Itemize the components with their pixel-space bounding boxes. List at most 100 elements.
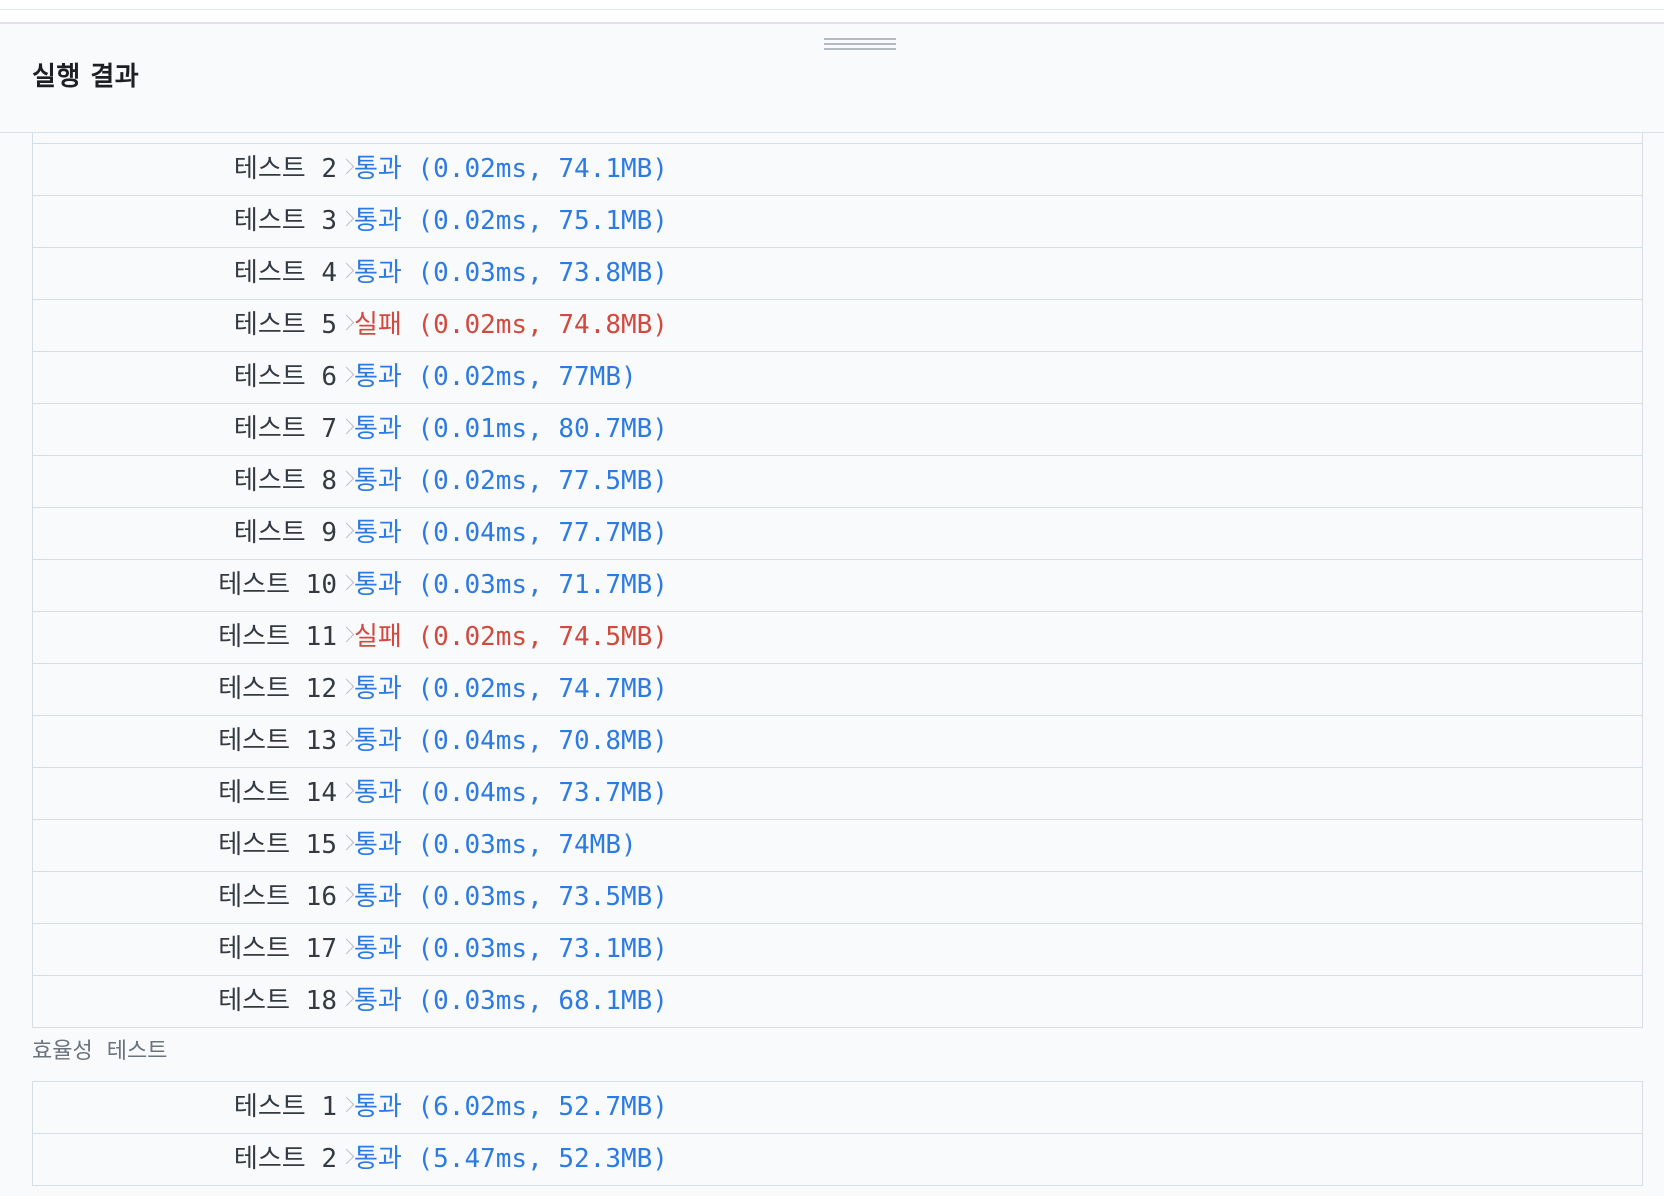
- test-status: 통과: [354, 1144, 402, 1174]
- test-label: 테스트 7: [233, 414, 337, 444]
- test-metrics: (0.02ms, 74.7MB): [417, 674, 668, 704]
- test-label: 테스트 8: [233, 466, 337, 496]
- chevron-right-icon: [338, 730, 355, 747]
- test-result-text: 통과 (0.04ms, 70.8MB): [354, 716, 668, 767]
- chevron-right-icon: [338, 574, 355, 591]
- test-metrics: (0.02ms, 75.1MB): [417, 206, 668, 236]
- chevron-right-icon: [338, 210, 355, 227]
- test-status: 통과: [354, 518, 402, 548]
- test-result-row[interactable]: 테스트 14 통과 (0.04ms, 73.7MB): [33, 767, 1642, 819]
- grip-line-icon: [824, 48, 896, 50]
- test-label: 테스트 18: [218, 986, 337, 1016]
- test-result-row[interactable]: 테스트 5 실패 (0.02ms, 74.8MB): [33, 299, 1642, 351]
- test-result-row[interactable]: 테스트 6 통과 (0.02ms, 77MB): [33, 351, 1642, 403]
- test-metrics: (0.03ms, 73.1MB): [417, 934, 668, 964]
- chevron-right-icon: [338, 990, 355, 1007]
- test-result-text: 통과 (5.47ms, 52.3MB): [354, 1134, 668, 1185]
- test-metrics: (0.02ms, 74.5MB): [417, 622, 668, 652]
- test-metrics: (0.03ms, 73.5MB): [417, 882, 668, 912]
- test-result-row[interactable]: 테스트 1 통과 (6.02ms, 52.7MB): [33, 1082, 1642, 1133]
- test-metrics: (0.04ms, 70.8MB): [417, 726, 668, 756]
- test-result-text: 통과 (0.04ms, 77.7MB): [354, 508, 668, 559]
- test-result-row[interactable]: 테스트 2 통과 (5.47ms, 52.3MB): [33, 1133, 1642, 1185]
- test-status: 실패: [354, 310, 402, 340]
- chevron-right-icon: [338, 262, 355, 279]
- test-status: 통과: [354, 674, 402, 704]
- chevron-right-icon: [338, 366, 355, 383]
- test-status: 통과: [354, 154, 402, 184]
- test-status: 통과: [354, 830, 402, 860]
- test-result-row[interactable]: 테스트 16 통과 (0.03ms, 73.5MB): [33, 871, 1642, 923]
- chevron-right-icon: [338, 1096, 355, 1113]
- test-metrics: (0.03ms, 71.7MB): [417, 570, 668, 600]
- test-status: 통과: [354, 726, 402, 756]
- test-result-text: 통과 (0.02ms, 74.7MB): [354, 664, 668, 715]
- test-result-row[interactable]: 테스트 17 통과 (0.03ms, 73.1MB): [33, 923, 1642, 975]
- test-result-text: 통과 (0.03ms, 73.1MB): [354, 924, 668, 975]
- test-status: 통과: [354, 778, 402, 808]
- grip-line-icon: [824, 38, 896, 40]
- test-result-row[interactable]: 테스트 2 통과 (0.02ms, 74.1MB): [33, 143, 1642, 195]
- chevron-right-icon: [338, 418, 355, 435]
- chevron-right-icon: [338, 886, 355, 903]
- test-label: 테스트 9: [233, 518, 337, 548]
- test-metrics: (0.04ms, 73.7MB): [417, 778, 668, 808]
- test-status: 통과: [354, 414, 402, 444]
- test-result-text: 통과 (0.04ms, 73.7MB): [354, 768, 668, 819]
- test-metrics: (5.47ms, 52.3MB): [417, 1144, 668, 1174]
- test-status: 실패: [354, 622, 402, 652]
- panel-title: 실행 결과: [32, 62, 140, 92]
- test-label: 테스트 10: [218, 570, 337, 600]
- test-result-text: 통과 (0.03ms, 71.7MB): [354, 560, 668, 611]
- chevron-right-icon: [338, 470, 355, 487]
- chevron-right-icon: [338, 782, 355, 799]
- test-result-row[interactable]: 테스트 11 실패 (0.02ms, 74.5MB): [33, 611, 1642, 663]
- top-strip: [0, 0, 1664, 24]
- test-result-text: 통과 (0.02ms, 77.5MB): [354, 456, 668, 507]
- test-result-row[interactable]: 테스트 7 통과 (0.01ms, 80.7MB): [33, 403, 1642, 455]
- panel-resize-handle[interactable]: [824, 32, 896, 52]
- test-status: 통과: [354, 466, 402, 496]
- test-result-row[interactable]: 테스트 15 통과 (0.03ms, 74MB): [33, 819, 1642, 871]
- test-metrics: (0.01ms, 80.7MB): [417, 414, 668, 444]
- chevron-right-icon: [338, 1148, 355, 1165]
- test-result-row[interactable]: 테스트 8 통과 (0.02ms, 77.5MB): [33, 455, 1642, 507]
- test-label: 테스트 17: [218, 934, 337, 964]
- test-result-text: 통과 (0.03ms, 68.1MB): [354, 976, 668, 1027]
- test-status: 통과: [354, 986, 402, 1016]
- test-label: 테스트 14: [218, 778, 337, 808]
- test-result-text: 통과 (0.02ms, 75.1MB): [354, 196, 668, 247]
- test-result-text: 통과 (0.01ms, 80.7MB): [354, 404, 668, 455]
- test-label: 테스트 11: [218, 622, 337, 652]
- chevron-right-icon: [338, 522, 355, 539]
- chevron-right-icon: [338, 834, 355, 851]
- results-scroll-area[interactable]: 테스트 2 통과 (0.02ms, 74.1MB) 테스트 3 통과 (0.02ms,…: [0, 133, 1664, 1196]
- test-result-row[interactable]: 테스트 10 통과 (0.03ms, 71.7MB): [33, 559, 1642, 611]
- correctness-test-list: 테스트 2 통과 (0.02ms, 74.1MB) 테스트 3 통과 (0.02ms,…: [32, 133, 1643, 1028]
- test-result-text: 통과 (0.03ms, 73.8MB): [354, 248, 668, 299]
- test-result-text: 통과 (0.03ms, 73.5MB): [354, 872, 668, 923]
- test-result-text: 통과 (0.02ms, 74.1MB): [354, 144, 668, 195]
- test-metrics: (0.03ms, 73.8MB): [417, 258, 668, 288]
- test-result-row[interactable]: 테스트 4 통과 (0.03ms, 73.8MB): [33, 247, 1642, 299]
- result-panel-header: 실행 결과: [0, 24, 1664, 133]
- test-result-row[interactable]: 테스트 12 통과 (0.02ms, 74.7MB): [33, 663, 1642, 715]
- test-label: 테스트 16: [218, 882, 337, 912]
- test-result-row[interactable]: 테스트 18 통과 (0.03ms, 68.1MB): [33, 975, 1642, 1027]
- test-metrics: (6.02ms, 52.7MB): [417, 1092, 668, 1122]
- test-result-text: 통과 (6.02ms, 52.7MB): [354, 1082, 668, 1133]
- test-label: 테스트 3: [233, 206, 337, 236]
- chevron-right-icon: [338, 938, 355, 955]
- test-label: 테스트 13: [218, 726, 337, 756]
- test-status: 통과: [354, 362, 402, 392]
- test-result-row[interactable]: 테스트 13 통과 (0.04ms, 70.8MB): [33, 715, 1642, 767]
- test-metrics: (0.03ms, 74MB): [417, 830, 637, 860]
- test-label: 테스트 2: [233, 1144, 337, 1174]
- test-metrics: (0.02ms, 74.8MB): [417, 310, 668, 340]
- test-status: 통과: [354, 1092, 402, 1122]
- test-result-row[interactable]: 테스트 3 통과 (0.02ms, 75.1MB): [33, 195, 1642, 247]
- chevron-right-icon: [338, 158, 355, 175]
- test-result-row[interactable]: 테스트 9 통과 (0.04ms, 77.7MB): [33, 507, 1642, 559]
- test-metrics: (0.02ms, 74.1MB): [417, 154, 668, 184]
- test-metrics: (0.02ms, 77MB): [417, 362, 637, 392]
